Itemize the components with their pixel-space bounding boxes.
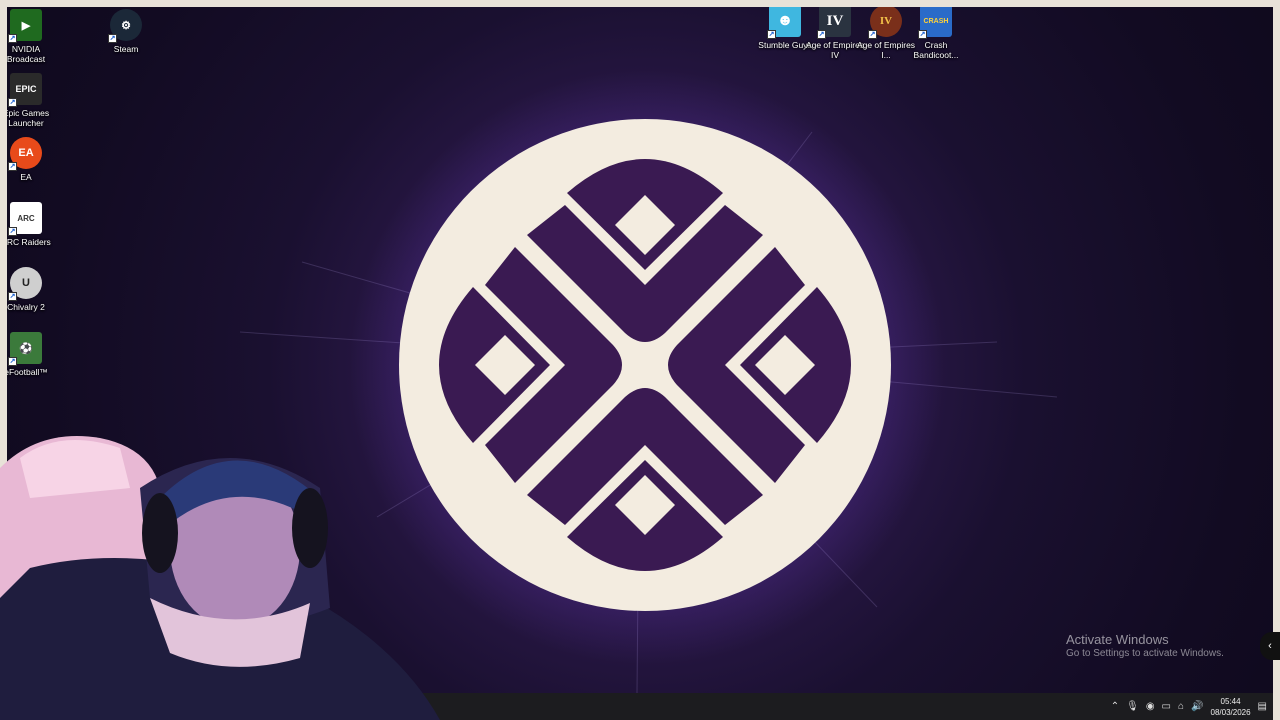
steam-icon: ⚙ ↗ <box>108 9 142 43</box>
clock-time: 05:44 <box>1220 696 1241 706</box>
stumble-guys-icon: ☻ ↗ <box>767 7 801 39</box>
desktop-icon-steam[interactable]: ⚙ ↗ Steam <box>95 9 157 54</box>
notification-icon[interactable]: ▤ <box>1258 701 1267 712</box>
desktop-icon-efootball[interactable]: ⚽ ↗ eFootball™ <box>7 332 57 377</box>
icon-label: Steam <box>113 44 139 54</box>
crash-bandicoot-icon: CRASH ↗ <box>918 7 952 39</box>
desktop-icon-chivalry-2[interactable]: U ↗ Chivalry 2 <box>7 267 57 312</box>
desktop-icon-arc-raiders[interactable]: ARC↗ ARC Raiders <box>7 202 57 247</box>
icon-label: Crash Bandicoot... <box>913 40 959 60</box>
webcam-overlay <box>0 436 440 720</box>
desktop-icon-epic-games[interactable]: EPIC ↗ Epic Games Launcher <box>7 73 57 128</box>
volume-icon[interactable]: 🔊 <box>1191 701 1203 712</box>
nvidia-broadcast-icon: ▶ ↗ <box>8 9 42 43</box>
clock-date: 08/03/2026 <box>1210 707 1251 717</box>
desktop-icon-ea[interactable]: EA ↗ EA <box>7 137 57 182</box>
icon-label: Epic Games Launcher <box>7 108 50 128</box>
display-icon[interactable]: ▭ <box>1162 701 1171 712</box>
wallpaper-emblem <box>399 119 891 611</box>
activate-windows-subtitle: Go to Settings to activate Windows. <box>1066 648 1224 659</box>
aoe4-icon: IV ↗ <box>817 7 851 39</box>
icon-label: Chivalry 2 <box>7 302 45 312</box>
clock[interactable]: 05:44 08/03/2026 <box>1211 696 1251 718</box>
activate-windows-title: Activate Windows <box>1066 632 1169 647</box>
chevron-up-icon[interactable]: ⌃ <box>1111 701 1119 712</box>
side-panel-toggle[interactable]: ‹ <box>1260 632 1280 660</box>
icon-label: ARC Raiders <box>7 237 51 247</box>
chevron-left-icon: ‹ <box>1268 640 1272 652</box>
system-tray: ⌃ 🎙 ◉ ▭ ⌂ 🔊 05:44 08/03/2026 ▤ <box>1111 693 1267 720</box>
arc-raiders-icon: ARC ↗ <box>8 202 42 236</box>
nvidia-tray-icon[interactable]: ◉ <box>1146 701 1155 712</box>
aoe-icon: IV ↗ <box>868 7 902 39</box>
icon-label: NVIDIA Broadcast <box>7 44 46 64</box>
epic-games-icon: EPIC ↗ <box>8 73 42 107</box>
unreal-icon: U ↗ <box>8 267 42 301</box>
ea-icon: EA ↗ <box>8 137 42 171</box>
network-icon[interactable]: ⌂ <box>1178 701 1184 712</box>
desktop-icon-crash-bandicoot[interactable]: CRASH ↗ Crash Bandicoot... <box>905 7 967 60</box>
efootball-icon: ⚽ ↗ <box>8 332 42 366</box>
icon-label: eFootball™ <box>7 367 48 377</box>
microphone-icon[interactable]: 🎙 <box>1126 701 1139 712</box>
icon-label: EA <box>20 172 32 182</box>
desktop-icon-nvidia-broadcast[interactable]: ▶ ↗ NVIDIA Broadcast <box>7 9 57 64</box>
